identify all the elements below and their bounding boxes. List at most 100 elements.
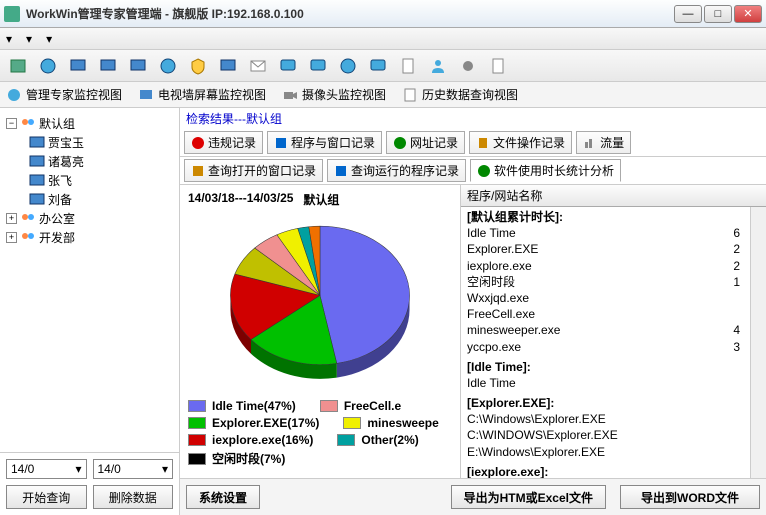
tab-wall[interactable]: 电视墙屏幕监控视图 [138,86,266,103]
record-tabs-row2: 查询打开的窗口记录 查询运行的程序记录 软件使用时长统计分析 [180,157,766,185]
tree-item[interactable]: 开发部 [39,229,75,246]
data-row[interactable]: iexplore.exe2 [467,258,760,274]
swatch-icon [188,453,206,465]
data-row[interactable]: C:\WINDOWS\Explorer.EXE [467,427,760,443]
data-row[interactable]: Idle Time6 [467,225,760,241]
mail-icon[interactable] [246,54,270,78]
user-icon[interactable] [426,54,450,78]
tree-item[interactable]: 诸葛亮 [48,153,84,170]
tab-monitoring[interactable]: 管理专家监控视图 [6,86,122,103]
menu-item[interactable]: ▾ [46,32,52,46]
tree-root[interactable]: 默认组 [39,115,75,132]
data-pane: 程序/网站名称 [默认组累计时长]:Idle Time6Explorer.EXE… [460,185,766,478]
toolbar-icon[interactable] [6,54,30,78]
tab-camera[interactable]: 摄像头监控视图 [282,86,386,103]
toolbar [0,50,766,82]
monitor-icon[interactable] [96,54,120,78]
window-title: WorkWin管理专家管理端 - 旗舰版 IP:192.168.0.100 [26,5,674,22]
data-row[interactable]: Explorer.EXE2 [467,241,760,257]
bottom-bar: 系统设置 导出为HTM或Excel文件 导出到WORD文件 [180,478,766,515]
globe-icon[interactable] [336,54,360,78]
system-settings-button[interactable]: 系统设置 [186,485,260,509]
data-row[interactable]: Wxxjqd.exe [467,290,760,306]
chat-icon[interactable] [366,54,390,78]
tree-expand-icon[interactable]: + [6,213,17,224]
view-tabs: 管理专家监控视图 电视墙屏幕监控视图 摄像头监控视图 历史数据查询视图 [0,82,766,108]
date-to-select[interactable]: 14/0▾ [93,459,174,479]
export-excel-button[interactable]: 导出为HTM或Excel文件 [451,485,606,509]
chart-legend: Idle Time(47%)FreeCell.e Explorer.EXE(17… [184,395,456,474]
tree-collapse-icon[interactable]: − [6,118,17,129]
monitor-icon[interactable] [216,54,240,78]
swatch-icon [188,417,206,429]
tab-programs-run[interactable]: 查询运行的程序记录 [327,159,466,182]
monitor-icon[interactable] [126,54,150,78]
tab-usage-stats[interactable]: 软件使用时长统计分析 [470,159,621,182]
data-section-header: [Explorer.EXE]: [467,395,760,411]
chart-date-range: 14/03/18---14/03/25 [188,191,293,208]
menu-item[interactable]: ▾ [6,32,12,46]
export-word-button[interactable]: 导出到WORD文件 [620,485,760,509]
tab-files[interactable]: 文件操作记录 [469,131,572,154]
data-row[interactable]: 空闲时段1 [467,274,760,290]
doc-icon[interactable] [486,54,510,78]
gear-icon[interactable] [456,54,480,78]
data-row[interactable]: C:\Windows\Explorer.EXE [467,411,760,427]
monitor-icon[interactable] [66,54,90,78]
delete-data-button[interactable]: 删除数据 [93,485,174,509]
group-icon [20,117,36,131]
chat-icon[interactable] [306,54,330,78]
data-section-header: [iexplore.exe]: [467,464,760,478]
minimize-button[interactable]: — [674,5,702,23]
shield-icon[interactable] [186,54,210,78]
tree-expand-icon[interactable]: + [6,232,17,243]
monitor-icon [29,136,45,150]
tree-item[interactable]: 刘备 [48,191,72,208]
group-icon [20,212,36,226]
tab-urls[interactable]: 网址记录 [386,131,465,154]
swatch-icon [188,434,206,446]
data-row[interactable]: minesweeper.exe4 [467,322,760,338]
scrollbar[interactable] [750,207,766,478]
group-icon [20,231,36,245]
chevron-down-icon: ▾ [75,462,81,476]
swatch-icon [343,417,361,429]
globe-icon[interactable] [36,54,60,78]
data-row[interactable]: E:\Windows\Explorer.EXE [467,444,760,460]
swatch-icon [320,400,338,412]
tab-traffic[interactable]: 流量 [576,131,631,154]
close-button[interactable]: ✕ [734,5,762,23]
data-row[interactable]: Idle Time [467,375,760,391]
data-row[interactable]: FreeCell.exe [467,306,760,322]
chat-icon[interactable] [276,54,300,78]
chevron-down-icon: ▾ [162,462,168,476]
start-query-button[interactable]: 开始查询 [6,485,87,509]
tab-violations[interactable]: 违规记录 [184,131,263,154]
data-section-header: [默认组累计时长]: [467,209,760,225]
data-row[interactable]: yccpo.exe3 [467,339,760,355]
date-from-select[interactable]: 14/0▾ [6,459,87,479]
monitor-icon [29,193,45,207]
chart-group: 默认组 [303,191,339,208]
maximize-button[interactable]: □ [704,5,732,23]
tree: − 默认组 贾宝玉 诸葛亮 张飞 刘备 + 办公室 + 开发部 [0,108,179,452]
monitor-icon [29,155,45,169]
tab-programs[interactable]: 程序与窗口记录 [267,131,382,154]
data-section-header: [Idle Time]: [467,359,760,375]
globe-icon[interactable] [156,54,180,78]
swatch-icon [337,434,355,446]
data-column-header: 程序/网站名称 [461,185,766,207]
tree-item[interactable]: 贾宝玉 [48,134,84,151]
app-icon [4,6,20,22]
tree-item[interactable]: 张飞 [48,172,72,189]
doc-icon[interactable] [396,54,420,78]
record-tabs-row1: 违规记录 程序与窗口记录 网址记录 文件操作记录 流量 [180,129,766,157]
pie-chart [205,216,435,389]
tab-history[interactable]: 历史数据查询视图 [402,86,518,103]
menu-item[interactable]: ▾ [26,32,32,46]
sidebar: − 默认组 贾宝玉 诸葛亮 张飞 刘备 + 办公室 + 开发部 14/0▾ 14/0▾… [0,108,180,515]
chart-pane: 14/03/18---14/03/25 默认组 Idle Time(47%)Fr… [180,185,460,478]
title-bar: WorkWin管理专家管理端 - 旗舰版 IP:192.168.0.100 — … [0,0,766,28]
tree-item[interactable]: 办公室 [39,210,75,227]
tab-windows-opened[interactable]: 查询打开的窗口记录 [184,159,323,182]
